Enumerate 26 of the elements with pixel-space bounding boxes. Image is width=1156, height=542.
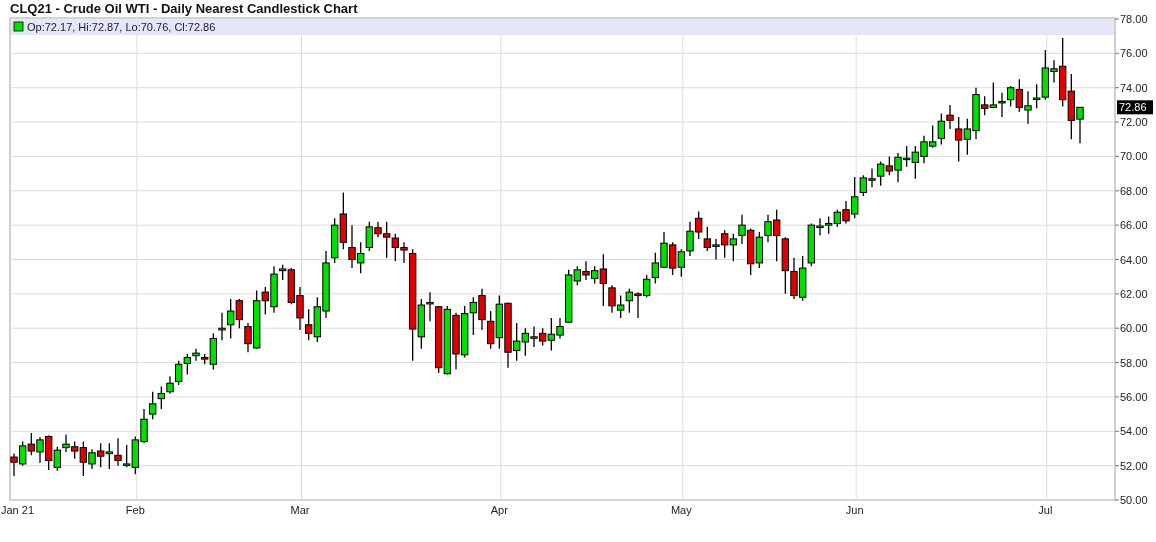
axis-label: 52.00 — [1120, 459, 1148, 472]
axis-label: Feb — [125, 504, 145, 516]
axis-label: 64.00 — [1120, 253, 1148, 266]
axis-label: 62.00 — [1120, 287, 1148, 300]
legend-swatch — [13, 21, 24, 32]
axis-label: Apr — [490, 504, 508, 516]
axis-label: 50.00 — [1120, 494, 1148, 506]
axis-label: 68.00 — [1120, 184, 1148, 197]
legend-text: Op:72.17, Hi:72.87, Lo:70.76, Cl:72.86 — [27, 21, 216, 33]
axis-label: 58.00 — [1120, 356, 1148, 369]
axis-label: 76.00 — [1120, 47, 1148, 60]
price-badge: 72.86 — [1117, 100, 1153, 115]
axis-label: Jun — [845, 504, 864, 516]
axis-label: 78.00 — [1120, 13, 1148, 25]
axis-label: May — [670, 504, 692, 516]
axis-label: Jan 21 — [1, 504, 35, 516]
chart-title: CLQ21 - Crude Oil WTI - Daily Nearest Candlestick Chart — [9, 0, 359, 18]
axis-label: 66.00 — [1120, 219, 1148, 232]
axis-label: 60.00 — [1120, 322, 1148, 335]
axis-label: Jul — [1038, 504, 1053, 516]
axis-label: 74.00 — [1120, 81, 1148, 94]
axis-label: 54.00 — [1120, 425, 1148, 438]
axis-label: 70.00 — [1120, 150, 1148, 163]
axis-label: 56.00 — [1120, 390, 1148, 403]
axis-label: Mar — [290, 504, 310, 516]
axis-label: 72.00 — [1120, 116, 1148, 129]
